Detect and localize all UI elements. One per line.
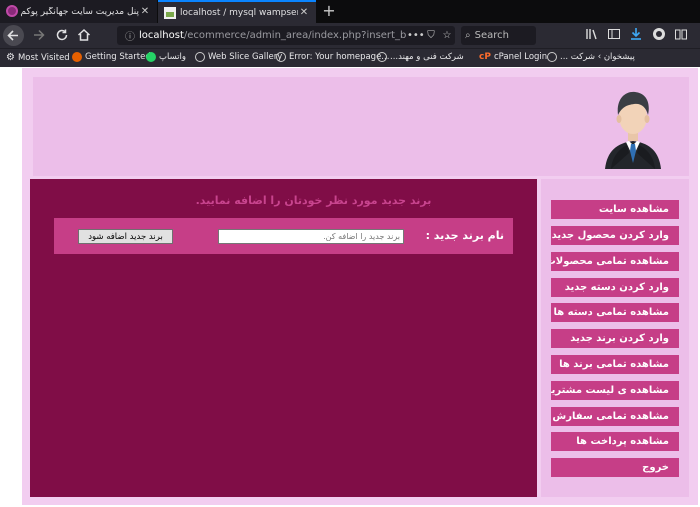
library-icon[interactable]: [584, 27, 600, 43]
reader-view-icon[interactable]: [673, 27, 689, 43]
add-brand-button[interactable]: برند جدید اضافه شود: [78, 229, 173, 244]
bookmark-error-homepage[interactable]: Error: Your homepage...: [273, 52, 389, 62]
sidebar-item-view-orders[interactable]: مشاهده تمامی سفارش ها: [551, 407, 679, 426]
bookmark-company[interactable]: شرکت فنی و مهند...: [374, 52, 464, 62]
page-heading: برند جدید مورد نظر خودتان را اضافه نمایی…: [195, 194, 432, 207]
window-controls: [666, 2, 696, 20]
wampserver-favicon-icon: [164, 6, 176, 19]
sidebar-item-view-categories[interactable]: مشاهده تمامی دسته ها: [551, 303, 679, 322]
bookmark-web-slice-gallery[interactable]: Web Slice Gallery: [192, 52, 282, 62]
tab-admin-panel[interactable]: ✕ پنل مدیریت سایت جهانگیر پوکم: [0, 0, 157, 23]
sidebar-item-view-site[interactable]: مشاهده سایت: [551, 200, 679, 219]
search-icon: ⌕: [465, 30, 471, 41]
sidebar-item-insert-product[interactable]: وارد کردن محصول جدید: [551, 226, 679, 245]
gear-icon: ⚙: [6, 52, 15, 63]
browser-tab-bar: ✕ پنل مدیریت سایت جهانگیر پوکم localhost…: [0, 0, 700, 23]
admin-header: [33, 77, 689, 176]
bookmark-whatsapp[interactable]: واتساپ: [143, 52, 186, 62]
bookmark-getting-started[interactable]: Getting Started: [69, 52, 151, 62]
whatsapp-icon: [146, 52, 156, 62]
main-content: برند جدید مورد نظر خودتان را اضافه نمایی…: [30, 179, 537, 497]
brand-name-label: نام برند جدید :: [425, 229, 504, 242]
reload-icon[interactable]: [51, 25, 73, 47]
site-info-icon[interactable]: ⓘ: [121, 28, 139, 43]
tab-close-icon[interactable]: ✕: [139, 6, 151, 17]
page-actions-icon[interactable]: •••: [407, 30, 425, 41]
brand-name-input[interactable]: [218, 229, 404, 244]
admin-sidebar-menu: مشاهده سایت وارد کردن محصول جدید مشاهده …: [541, 179, 689, 497]
search-input[interactable]: ⌕ Search: [461, 26, 536, 45]
firefox-account-icon[interactable]: [651, 27, 667, 43]
sidebar-toggle-icon[interactable]: [606, 27, 622, 43]
globe-icon: [377, 52, 387, 62]
cpanel-icon: cP: [479, 52, 491, 62]
tab-title: پنل مدیریت سایت جهانگیر پوکم: [20, 6, 139, 17]
tab-phpmyadmin[interactable]: localhost / mysql wampserver / ec ✕: [158, 0, 316, 23]
back-arrow-icon[interactable]: [3, 25, 24, 46]
navigation-toolbar: ⓘ localhost/ecommerce/admin_area/index.p…: [0, 23, 700, 48]
bookmarks-toolbar: ⚙ Most Visited Getting Started واتساپ We…: [0, 48, 700, 67]
firefox-icon: [72, 52, 82, 62]
businessman-avatar-icon: [601, 85, 665, 169]
sidebar-item-view-payments[interactable]: مشاهده پرداخت ها: [551, 432, 679, 451]
new-tab-plus-icon[interactable]: +: [320, 1, 338, 20]
pocket-icon[interactable]: ⛉: [423, 30, 439, 41]
tab-close-icon[interactable]: ✕: [298, 7, 310, 18]
insert-brand-form: نام برند جدید : برند جدید اضافه شود: [54, 218, 513, 254]
page-viewport: برند جدید مورد نظر خودتان را اضافه نمایی…: [0, 67, 700, 507]
bookmark-most-visited[interactable]: ⚙ Most Visited: [6, 52, 70, 63]
bookmark-cpanel-login[interactable]: cP cPanel Login: [479, 52, 547, 62]
bookmark-star-icon[interactable]: ☆: [439, 30, 455, 41]
sidebar-item-view-brands[interactable]: مشاهده تمامی برند ها: [551, 355, 679, 374]
sidebar-item-insert-brand[interactable]: وارد کردن برند جدید: [551, 329, 679, 348]
site-favicon-icon: [6, 5, 18, 17]
tab-title: localhost / mysql wampserver / ec: [180, 7, 298, 18]
sidebar-item-view-customers[interactable]: مشاهده ی لیست مشتریان: [551, 381, 679, 400]
globe-icon: [195, 52, 205, 62]
address-bar[interactable]: ⓘ localhost/ecommerce/admin_area/index.p…: [117, 26, 455, 45]
sidebar-item-view-products[interactable]: مشاهده تمامی محصولات: [551, 252, 679, 271]
globe-icon: [547, 52, 557, 62]
globe-icon: [276, 52, 286, 62]
bookmark-dashboard[interactable]: پیشخوان › شرکت ...: [544, 52, 635, 62]
sidebar-item-logout[interactable]: خروج: [551, 458, 679, 477]
download-icon[interactable]: [628, 27, 644, 43]
home-icon[interactable]: [73, 25, 95, 47]
forward-arrow-icon[interactable]: [28, 25, 50, 47]
sidebar-item-insert-category[interactable]: وارد کردن دسته جدید: [551, 278, 679, 297]
url-text[interactable]: localhost/ecommerce/admin_area/index.php…: [139, 30, 407, 41]
